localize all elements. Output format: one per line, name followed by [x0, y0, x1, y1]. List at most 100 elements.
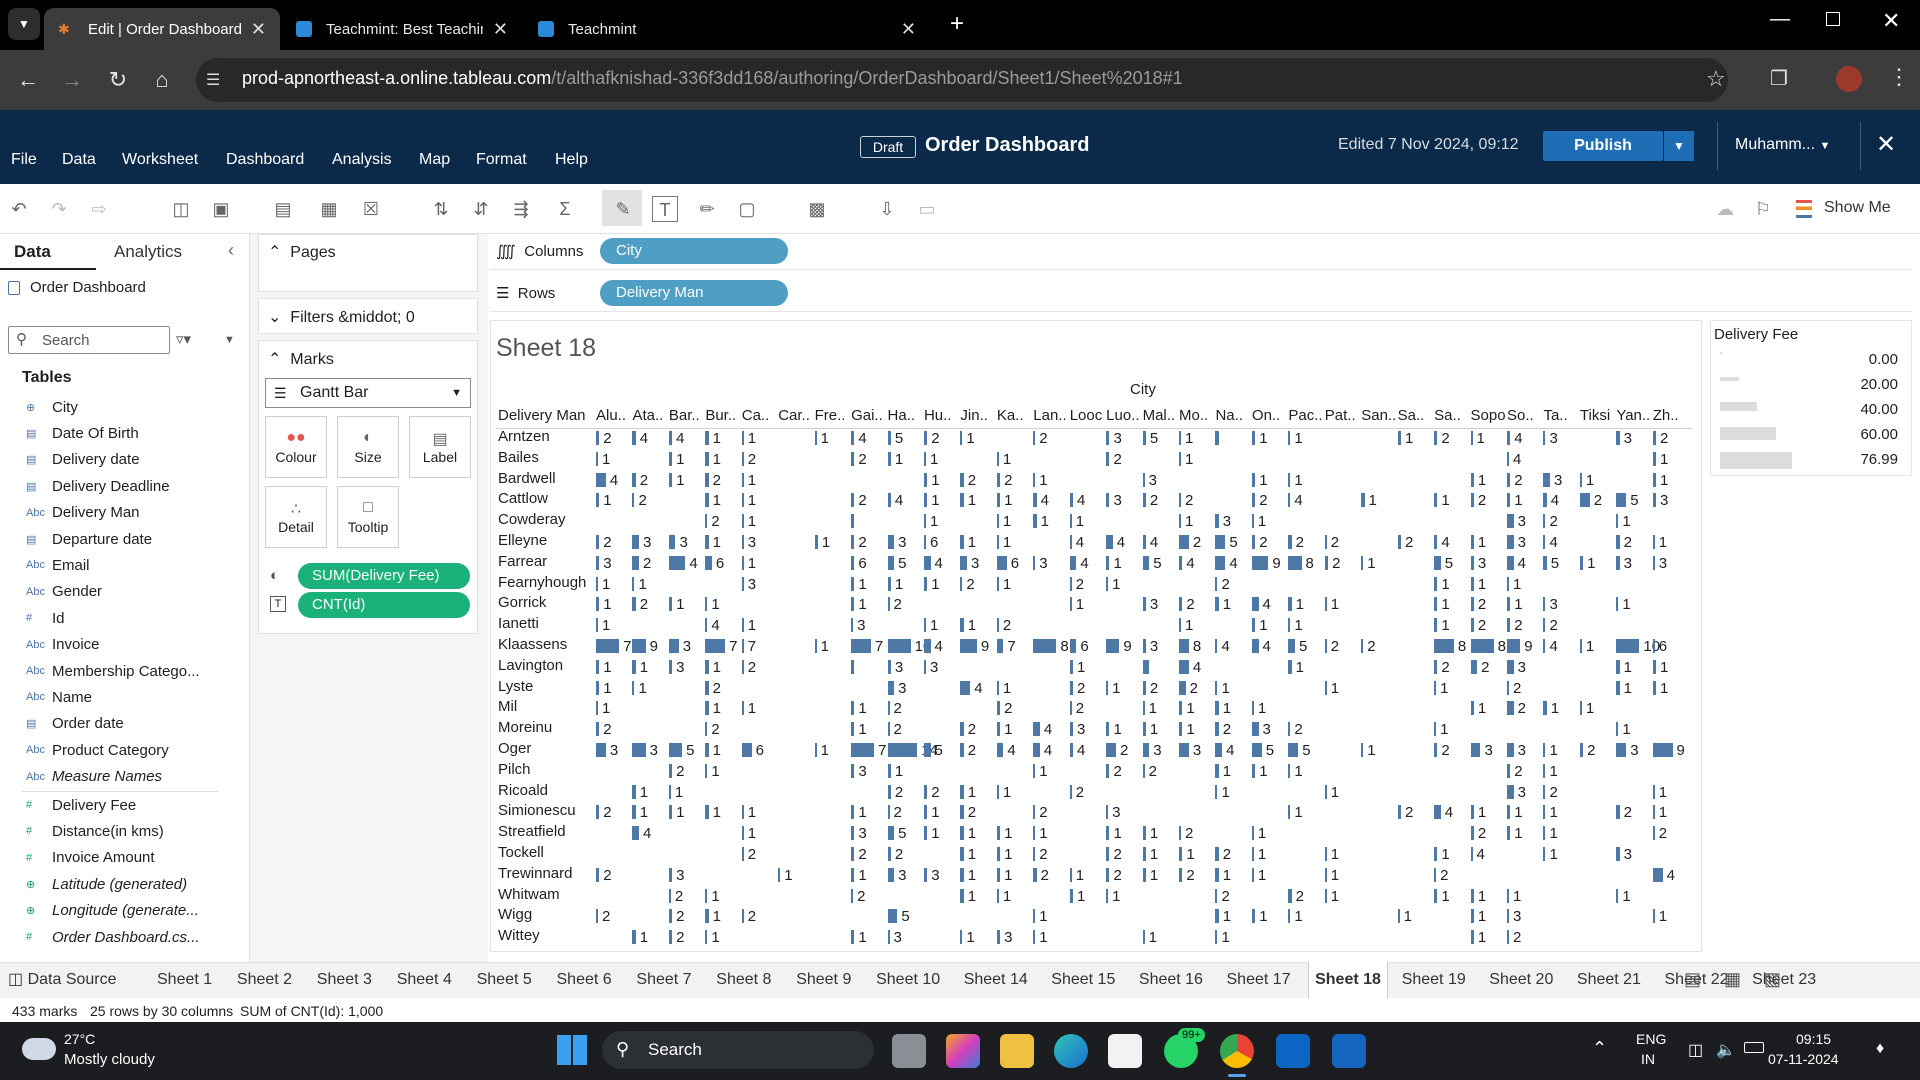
- sheet-tab[interactable]: Sheet 4: [391, 962, 458, 998]
- gantt-bar[interactable]: [1215, 909, 1219, 924]
- gantt-cell[interactable]: 1: [1614, 511, 1650, 531]
- gantt-cell[interactable]: 5: [667, 740, 703, 760]
- gantt-cell[interactable]: 4: [1505, 449, 1541, 469]
- url-text[interactable]: prod-apnortheast-a.online.tableau.com/t/…: [242, 68, 1183, 89]
- download-icon[interactable]: ⇩: [874, 196, 900, 222]
- gantt-bar[interactable]: [960, 639, 977, 653]
- gantt-bar[interactable]: [668, 431, 673, 445]
- profile-avatar[interactable]: [1836, 66, 1862, 92]
- gantt-bar[interactable]: [1288, 618, 1291, 633]
- gantt-bar[interactable]: [1507, 597, 1511, 612]
- gantt-cell[interactable]: 1: [1578, 636, 1614, 656]
- gantt-bar[interactable]: [1616, 805, 1620, 820]
- sheet-title[interactable]: Sheet 18: [496, 334, 596, 363]
- gantt-cell[interactable]: 1: [667, 594, 703, 614]
- menu-analysis[interactable]: Analysis: [332, 151, 392, 169]
- gantt-bar[interactable]: [1507, 701, 1514, 716]
- gantt-bar[interactable]: [1434, 867, 1437, 882]
- gantt-bar[interactable]: [1142, 701, 1145, 716]
- column-header[interactable]: Ca..: [742, 407, 782, 424]
- gantt-bar[interactable]: [1288, 763, 1291, 778]
- gantt-bar[interactable]: [1652, 867, 1663, 882]
- gantt-cell[interactable]: 1: [1432, 615, 1468, 635]
- gantt-cell[interactable]: 2: [849, 886, 885, 906]
- gantt-cell[interactable]: 4: [1286, 490, 1322, 510]
- gantt-bar[interactable]: [705, 451, 709, 466]
- sheet-tab[interactable]: Sheet 6: [551, 962, 618, 998]
- column-header[interactable]: Bar..: [669, 407, 709, 424]
- gantt-cell[interactable]: 2: [667, 886, 703, 906]
- gantt-bar[interactable]: [1288, 805, 1291, 820]
- row-header[interactable]: Arntzen: [498, 428, 550, 445]
- chevron-up-icon[interactable]: ⌃: [1592, 1038, 1607, 1059]
- gantt-bar[interactable]: [1069, 493, 1074, 508]
- gantt-bar[interactable]: [1251, 514, 1254, 529]
- columns-pill-city[interactable]: City: [600, 238, 788, 264]
- gantt-cell[interactable]: 1: [630, 657, 666, 677]
- field-item[interactable]: Abc Delivery Man: [26, 503, 140, 523]
- gantt-cell[interactable]: 9: [1651, 740, 1687, 760]
- gantt-bar[interactable]: [1069, 597, 1072, 612]
- gantt-cell[interactable]: 3: [594, 553, 630, 573]
- column-header[interactable]: On..: [1252, 407, 1292, 424]
- presentation-icon[interactable]: ▭: [914, 196, 940, 222]
- gantt-bar[interactable]: [851, 701, 855, 716]
- gantt-bar[interactable]: [1106, 826, 1110, 841]
- gantt-bar[interactable]: [1616, 722, 1619, 737]
- gantt-cell[interactable]: 1: [1141, 844, 1177, 864]
- column-header[interactable]: Mo..: [1179, 407, 1219, 424]
- gantt-cell[interactable]: 3: [1031, 553, 1067, 573]
- row-header[interactable]: Lavington: [498, 657, 563, 674]
- row-header[interactable]: Wittey: [498, 927, 540, 944]
- gantt-bar[interactable]: [632, 826, 640, 841]
- gantt-bar[interactable]: [1470, 888, 1474, 903]
- gantt-bar[interactable]: [1652, 555, 1655, 570]
- gantt-cell[interactable]: 1: [922, 511, 958, 531]
- gantt-bar[interactable]: [960, 867, 964, 882]
- gantt-bar[interactable]: [1215, 576, 1218, 591]
- gantt-cell[interactable]: 1: [886, 574, 922, 594]
- gantt-bar[interactable]: [741, 659, 744, 674]
- minimize-window-button[interactable]: —: [1770, 8, 1790, 31]
- gantt-cell[interactable]: 1: [1250, 906, 1286, 926]
- column-header[interactable]: Yan..: [1616, 407, 1656, 424]
- gantt-bar[interactable]: [1324, 847, 1327, 861]
- gantt-cell[interactable]: 1: [703, 740, 739, 760]
- reload-button[interactable]: ↻: [102, 64, 134, 96]
- gantt-cell[interactable]: 2: [849, 532, 885, 552]
- gantt-bar[interactable]: [1470, 805, 1474, 820]
- gantt-cell[interactable]: 2: [1541, 615, 1577, 635]
- gantt-bar[interactable]: [705, 639, 726, 653]
- gantt-cell[interactable]: 1: [958, 428, 994, 448]
- gantt-cell[interactable]: 1: [630, 927, 666, 947]
- gantt-cell[interactable]: 1: [958, 865, 994, 885]
- gantt-bar[interactable]: [1434, 618, 1438, 633]
- gantt-bar[interactable]: [887, 930, 890, 945]
- gantt-bar[interactable]: [1507, 826, 1511, 841]
- field-item[interactable]: ⊕ City: [26, 397, 78, 417]
- gantt-bar[interactable]: [668, 555, 686, 570]
- column-header[interactable]: Mal..: [1143, 407, 1183, 424]
- show-me-button[interactable]: Show Me: [1824, 199, 1891, 217]
- gantt-bar[interactable]: [851, 555, 855, 570]
- new-story-tab-icon[interactable]: ▧: [1764, 969, 1781, 990]
- edge-icon[interactable]: [1054, 1034, 1088, 1068]
- gantt-bar[interactable]: [1324, 888, 1327, 903]
- browser-tab-teachmint[interactable]: Teachmint ✕: [524, 8, 930, 50]
- gantt-cell[interactable]: 3: [667, 532, 703, 552]
- gantt-bar[interactable]: [851, 867, 855, 882]
- legend-swatch[interactable]: [1720, 452, 1792, 469]
- gantt-bar[interactable]: [996, 888, 999, 903]
- gantt-bar[interactable]: [1361, 639, 1364, 653]
- gantt-cell[interactable]: 1: [1432, 490, 1468, 510]
- column-header[interactable]: Pat..: [1325, 407, 1365, 424]
- gantt-cell[interactable]: 1: [1651, 802, 1687, 822]
- gantt-cell[interactable]: 1: [1250, 698, 1286, 718]
- gantt-bar[interactable]: [1616, 888, 1619, 903]
- gantt-cell[interactable]: 4: [1505, 428, 1541, 448]
- gantt-bar[interactable]: [923, 743, 931, 757]
- gantt-cell[interactable]: 3: [1213, 511, 1249, 531]
- gantt-cell[interactable]: 1: [1469, 532, 1505, 552]
- gantt-bar[interactable]: [1033, 867, 1037, 882]
- gantt-bar[interactable]: [1579, 639, 1582, 653]
